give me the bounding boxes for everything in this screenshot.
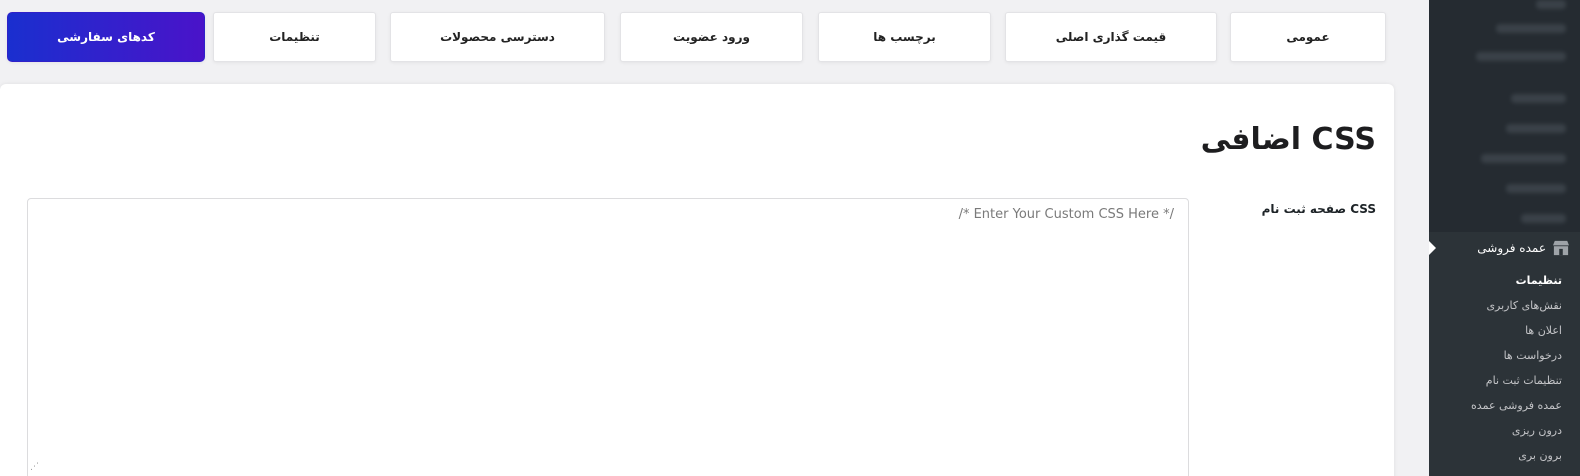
sidebar-collapsed-menu bbox=[1429, 0, 1580, 232]
admin-sidebar: عمده فروشی تنظیمات نقش‌های کاربری اعلان … bbox=[1429, 0, 1580, 476]
submenu-item-requests[interactable]: درخواست ها bbox=[1429, 343, 1580, 368]
tab-login-membership[interactable]: ورود عضویت bbox=[620, 12, 803, 62]
section-title: CSS اضافی bbox=[1200, 122, 1376, 157]
tab-base-pricing[interactable]: قیمت گذاری اصلی bbox=[1005, 12, 1217, 62]
store-icon bbox=[1553, 240, 1569, 256]
tab-product-access[interactable]: دسترسی محصولات bbox=[390, 12, 605, 62]
submenu-item-notifications[interactable]: اعلان ها bbox=[1429, 318, 1580, 343]
submenu-item-bulk-wholesale[interactable]: عمده فروشی عمده bbox=[1429, 393, 1580, 418]
registration-css-label: CSS صفحه ثبت نام bbox=[1261, 202, 1376, 216]
tab-settings[interactable]: تنظیمات bbox=[213, 12, 376, 62]
registration-css-textarea[interactable] bbox=[27, 198, 1189, 476]
sidebar-menu-wholesale[interactable]: عمده فروشی bbox=[1429, 232, 1580, 264]
submenu-item-user-roles[interactable]: نقش‌های کاربری bbox=[1429, 293, 1580, 318]
submenu-item-registration-settings[interactable]: تنظیمات ثبت نام bbox=[1429, 368, 1580, 393]
tab-custom-codes[interactable]: کدهای سفارشی bbox=[7, 12, 205, 62]
settings-tabs: عمومی قیمت گذاری اصلی برچسب ها ورود عضوی… bbox=[0, 0, 1400, 70]
submenu-item-settings[interactable]: تنظیمات bbox=[1429, 268, 1580, 293]
wholesale-submenu: تنظیمات نقش‌های کاربری اعلان ها درخواست … bbox=[1429, 268, 1580, 468]
tab-general[interactable]: عمومی bbox=[1230, 12, 1386, 62]
tab-labels[interactable]: برچسب ها bbox=[818, 12, 991, 62]
sidebar-menu-label: عمده فروشی bbox=[1477, 241, 1546, 255]
settings-card: CSS اضافی CSS صفحه ثبت نام ⋰ bbox=[0, 84, 1394, 476]
resize-handle-icon[interactable]: ⋰ bbox=[30, 462, 39, 472]
submenu-item-import[interactable]: درون ریزی bbox=[1429, 418, 1580, 443]
submenu-item-export[interactable]: برون بری bbox=[1429, 443, 1580, 468]
